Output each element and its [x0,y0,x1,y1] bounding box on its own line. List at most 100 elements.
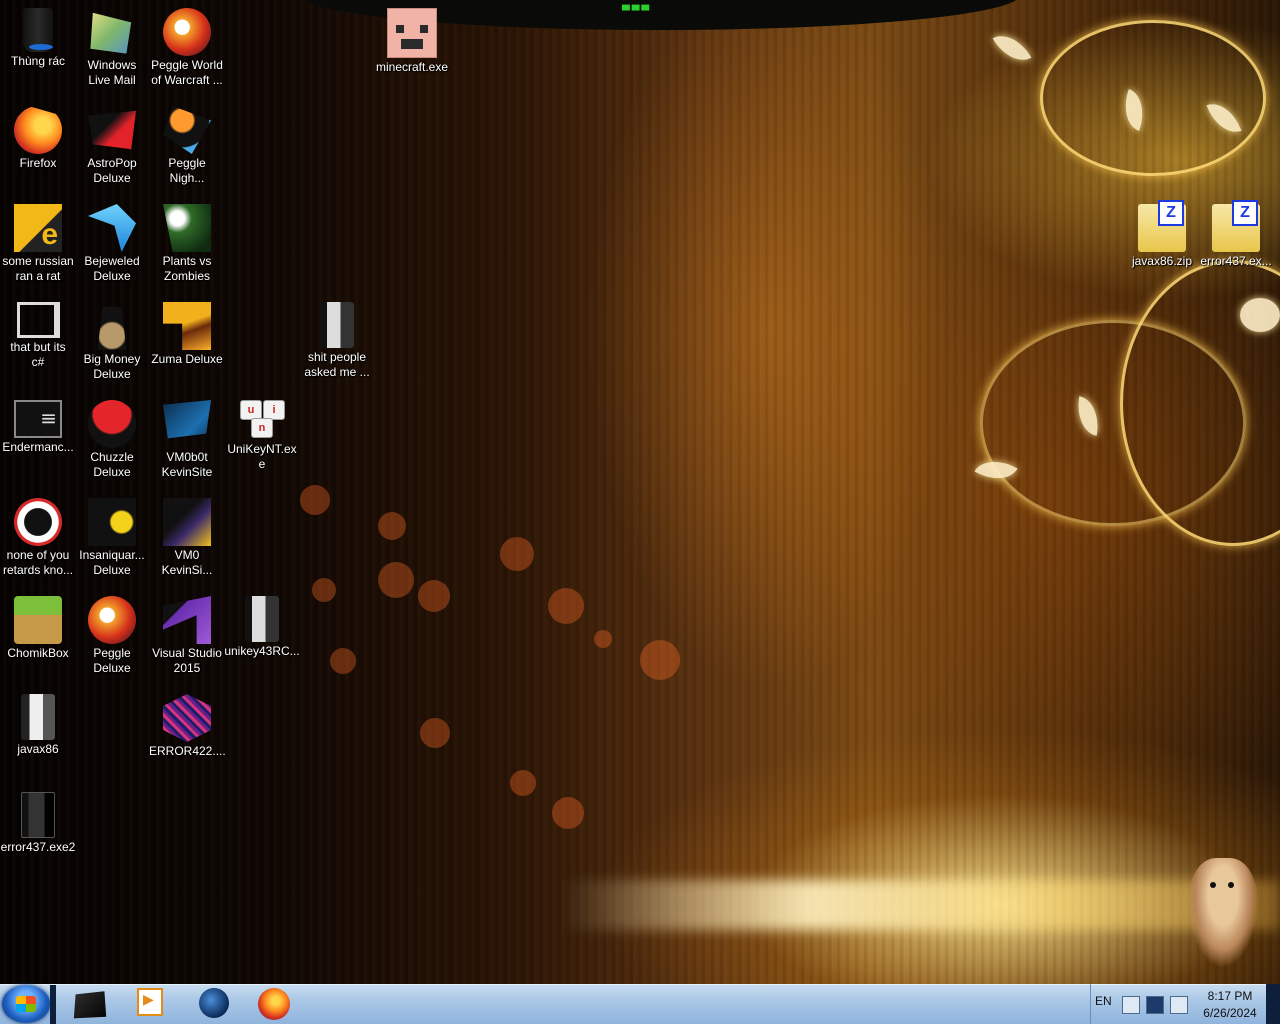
tray-separator [1090,984,1091,1024]
fish-icon [88,498,136,546]
icon-label: Peggle World of Warcraft ... [151,58,223,87]
desktop-icon-peggle-world-of-warcraft[interactable]: Peggle World of Warcraft ... [149,4,225,96]
desktop-icon-javax86[interactable]: javax86 [0,690,76,782]
peggle-icon [163,8,211,56]
bokeh-light [300,485,330,515]
desktop-icon-peggle-nights[interactable]: Peggle Nigh... [149,102,225,194]
language-indicator[interactable]: EN [1095,994,1112,1008]
bokeh-light [640,640,680,680]
taskbar-media-player-icon[interactable] [137,988,163,1016]
desktop-icon-shit-people-asked[interactable]: shit people asked me ... [299,298,375,390]
shortcut-icon [14,498,62,546]
desktop-icon-windows-live-mail[interactable]: Windows Live Mail [74,4,150,96]
zip-folder-icon [1138,200,1186,252]
icon-label: javax86.zip [1131,254,1193,268]
wallpaper-leaf [1240,298,1280,332]
folder-icon [21,694,55,740]
desktop-icon-insaniquarium[interactable]: Insaniquar... Deluxe [74,494,150,586]
file-icon [21,792,55,838]
hamster-eye [1210,882,1216,888]
icon-label: some russian ran a rat [2,254,74,283]
desktop-icon-vm0[interactable]: VM0 KevinSi... [149,494,225,586]
desktop-icon-error422[interactable]: ERROR422.... [149,690,226,782]
desktop-icon-recycle-bin[interactable]: Thùng rác [0,4,76,96]
key-u-icon: u [240,400,262,420]
desktop-icon-bejeweled[interactable]: Bejeweled Deluxe [74,200,150,292]
desktop-icon-chuzzle[interactable]: Chuzzle Deluxe [74,396,150,488]
face-mouth [401,39,423,49]
desktop-icon-big-money[interactable]: Big Money Deluxe [74,298,150,390]
icon-label: Thùng rác [10,54,66,68]
show-hidden-icons-icon[interactable] [1122,996,1140,1014]
wallpaper-swirl [1040,20,1266,176]
icon-label: Peggle Deluxe [93,646,131,675]
icon-label: Endermanc... [2,440,74,454]
bokeh-light [378,512,406,540]
desktop-icon-javax86-zip[interactable]: javax86.zip [1124,200,1200,292]
folder-icon [245,596,279,642]
desktop-icon-firefox[interactable]: Firefox [0,102,76,194]
desktop-icon-some-russian[interactable]: some russian ran a rat [0,200,76,292]
desktop-icon-minecraft[interactable]: minecraft.exe [374,4,450,96]
desktop-icon-unikey43rc[interactable]: unikey43RC... [224,592,300,684]
icon-label: Chuzzle Deluxe [90,450,134,479]
bokeh-light [420,718,450,748]
key-i-icon: i [263,400,285,420]
folder-icon [320,302,354,348]
icon-label: javax86 [17,742,59,756]
icon-label: UniKeyNT.ex e [227,442,297,471]
bokeh-light [312,578,336,602]
bokeh-light [378,562,414,598]
shortcut-icon [14,204,62,252]
icon-label: Visual Studio 2015 [152,646,222,675]
desktop-icon-vm0b0t[interactable]: VM0b0t KevinSite [149,396,225,488]
desktop-icon-chomikbox[interactable]: ChomikBox [0,592,76,684]
desktop-icon-error437-ex[interactable]: error437.ex... [1198,200,1274,292]
icon-label: Big Money Deluxe [83,352,141,381]
desktop-icon-astropop[interactable]: AstroPop Deluxe [74,102,150,194]
bokeh-light [500,537,534,571]
network-icon[interactable] [1146,996,1164,1014]
wallpaper-glow-band [560,880,1280,930]
desktop-icon-visual-studio[interactable]: Visual Studio 2015 [149,592,225,684]
windows-logo-icon [16,996,36,1012]
clock-date[interactable]: 6/26/2024 [1196,1006,1264,1020]
icon-label: VM0 KevinSi... [161,548,213,577]
desktop-icon-zuma[interactable]: Zuma Deluxe [149,298,225,390]
desktop-icon-peggle-deluxe[interactable]: Peggle Deluxe [74,592,150,684]
hamster-gadget[interactable] [1188,858,1258,966]
start-button[interactable] [2,985,50,1023]
icon-label: Peggle Nigh... [168,156,206,185]
icon-label: Firefox [19,156,57,170]
application-icon [14,400,62,438]
gem-icon [88,204,136,252]
show-desktop-button[interactable] [1266,984,1280,1024]
bokeh-light [330,648,356,674]
icon-label: Bejeweled Deluxe [84,254,140,283]
taskbar-firefox-icon[interactable] [258,988,290,1020]
icon-label: AstroPop Deluxe [87,156,137,185]
icon-label: ChomikBox [7,646,69,660]
desktop-icon-error437-exe2[interactable]: error437.exe2 [0,788,76,880]
visual-studio-icon [163,596,211,644]
volume-icon[interactable] [1170,996,1188,1014]
icon-label: that but its c# [10,340,66,369]
desktop-icon-endermanc[interactable]: Endermanc... [0,396,76,488]
bokeh-light [418,580,450,612]
desktop-icon-plants-vs-zombies[interactable]: Plants vs Zombies [149,200,225,292]
desktop-icon-unikeynt[interactable]: u i n UniKeyNT.ex e [224,396,300,488]
face-eye [420,25,428,33]
desktop-icon-that-but-its-csharp[interactable]: that but its c# [0,298,76,390]
zip-folder-icon [1212,200,1260,252]
icon-label: VM0b0t KevinSite [161,450,213,479]
bokeh-light [552,797,584,829]
icon-label: Windows Live Mail [87,58,137,87]
icon-label: Insaniquar... Deluxe [79,548,145,577]
face-eye [396,25,404,33]
icon-label: Zuma Deluxe [151,352,223,366]
taskbar-globe-icon[interactable] [199,988,229,1018]
desktop-icon-none-of-you[interactable]: none of you retards kno... [0,494,76,586]
clock-time[interactable]: 8:17 PM [1196,989,1264,1003]
keyboard-keys-icon: u i n [238,400,286,440]
icon-label: error437.exe2 [0,840,76,854]
